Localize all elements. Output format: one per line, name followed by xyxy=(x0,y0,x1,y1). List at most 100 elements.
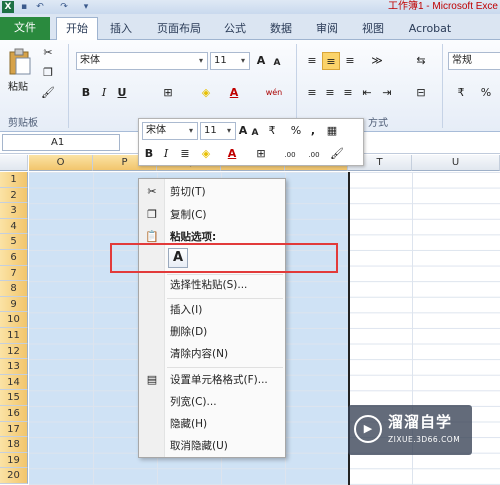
grow-font-button[interactable]: A xyxy=(254,52,268,70)
mini-font-name-select[interactable]: 宋体 ▾ xyxy=(142,122,198,140)
undo-icon[interactable]: ↶ xyxy=(34,1,46,13)
percent-style-button[interactable]: % xyxy=(478,84,494,102)
merge-center-icon[interactable]: ⊟ xyxy=(410,84,432,102)
row-header-19[interactable]: 19 xyxy=(0,452,28,469)
row-header-14[interactable]: 14 xyxy=(0,374,28,391)
mini-font-color-icon[interactable]: A xyxy=(225,145,239,163)
align-middle-icon[interactable]: ≡ xyxy=(322,52,340,70)
align-top-icon[interactable]: ≡ xyxy=(304,52,320,70)
tab-home[interactable]: 开始 xyxy=(56,17,98,40)
save-icon[interactable]: ▪ xyxy=(18,1,30,13)
borders-icon[interactable]: ⊞ xyxy=(158,84,178,102)
menu-item-cut[interactable]: 剪切(T) xyxy=(170,182,282,202)
cut-icon: ✂ xyxy=(147,185,157,198)
row-header-6[interactable]: 6 xyxy=(0,250,28,266)
redo-icon[interactable]: ↷ xyxy=(58,1,70,13)
mini-shrink-font-icon[interactable]: A xyxy=(250,124,260,142)
menu-item-clear-contents[interactable]: 清除内容(N) xyxy=(170,344,282,364)
wrap-text-icon[interactable]: ⇆ xyxy=(412,52,430,70)
mini-increase-decimal-button[interactable]: .00 xyxy=(279,146,301,164)
mini-comma-button[interactable]: , xyxy=(307,122,319,140)
chevron-down-icon: ▾ xyxy=(240,56,245,65)
tab-formulas[interactable]: 公式 xyxy=(218,18,252,40)
menu-item-hide[interactable]: 隐藏(H) xyxy=(170,414,282,434)
tab-review[interactable]: 审阅 xyxy=(310,18,344,40)
align-bottom-icon[interactable]: ≡ xyxy=(342,52,358,70)
mini-decrease-decimal-button[interactable]: .00 xyxy=(303,146,325,164)
tab-insert[interactable]: 插入 xyxy=(104,18,138,40)
row-header-9[interactable]: 9 xyxy=(0,296,28,313)
row-header-5[interactable]: 5 xyxy=(0,234,28,250)
mini-format-painter-icon[interactable]: 🖌 xyxy=(329,145,345,163)
row-header-16[interactable]: 16 xyxy=(0,406,28,422)
align-right-icon[interactable]: ≡ xyxy=(340,84,356,102)
paste-button-label[interactable]: 粘贴 xyxy=(8,78,28,93)
align-left-icon[interactable]: ≡ xyxy=(304,84,320,102)
font-name-select[interactable]: 宋体 ▾ xyxy=(76,52,208,70)
tab-acrobat[interactable]: Acrobat xyxy=(402,18,458,40)
mini-grow-font-icon[interactable]: A xyxy=(237,122,249,140)
tab-data[interactable]: 数据 xyxy=(264,18,298,40)
mini-format-icon[interactable]: ▦ xyxy=(323,122,341,140)
excel-logo-icon: X xyxy=(2,1,14,13)
row-header-8[interactable]: 8 xyxy=(0,281,28,297)
fill-color-icon[interactable]: ◈ xyxy=(196,84,216,102)
accounting-format-icon[interactable]: ₹ xyxy=(450,84,472,102)
phonetic-guide-button[interactable]: wén xyxy=(262,84,286,102)
mini-center-icon[interactable]: ≣ xyxy=(177,145,193,163)
mini-percent-button[interactable]: % xyxy=(289,122,303,140)
menu-item-paste-special[interactable]: 选择性粘贴(S)... xyxy=(170,275,282,295)
mini-borders-icon[interactable]: ⊞ xyxy=(253,145,269,163)
mini-italic-button[interactable]: I xyxy=(159,145,173,163)
highlight-box xyxy=(110,243,338,273)
row-header-13[interactable]: 13 xyxy=(0,359,28,375)
font-color-button[interactable]: A xyxy=(226,84,242,102)
menu-item-unhide[interactable]: 取消隐藏(U) xyxy=(170,436,282,456)
row-header-1[interactable]: 1 xyxy=(0,172,28,188)
row-header-17[interactable]: 17 xyxy=(0,421,28,438)
number-format-select[interactable]: 常规 xyxy=(448,52,500,70)
cut-icon[interactable]: ✂ xyxy=(40,46,56,60)
format-painter-icon[interactable]: 🖌 xyxy=(40,86,56,100)
row-header-4[interactable]: 4 xyxy=(0,218,28,235)
row-header-7[interactable]: 7 xyxy=(0,265,28,282)
row-header-18[interactable]: 18 xyxy=(0,437,28,453)
menu-item-copy[interactable]: 复制(C) xyxy=(170,205,282,225)
menu-item-format-cells[interactable]: 设置单元格格式(F)... xyxy=(170,370,282,390)
column-header-o[interactable]: O xyxy=(29,155,93,171)
font-size-select[interactable]: 11 ▾ xyxy=(210,52,250,70)
copy-icon: ❐ xyxy=(147,208,157,221)
menu-item-column-width[interactable]: 列宽(C)... xyxy=(170,392,282,412)
mini-bold-button[interactable]: B xyxy=(142,145,156,163)
italic-button[interactable]: I xyxy=(96,84,112,102)
menu-item-delete[interactable]: 删除(D) xyxy=(170,322,282,342)
paste-icon[interactable] xyxy=(8,48,32,76)
column-header-u[interactable]: U xyxy=(412,155,500,171)
menu-separator xyxy=(167,298,283,299)
tab-file[interactable]: 文件 xyxy=(0,17,50,40)
row-header-15[interactable]: 15 xyxy=(0,390,28,406)
align-center-icon[interactable]: ≡ xyxy=(322,84,338,102)
row-header-10[interactable]: 10 xyxy=(0,312,28,328)
row-header-2[interactable]: 2 xyxy=(0,187,28,204)
orientation-icon[interactable]: ≫ xyxy=(366,52,388,70)
decrease-indent-icon[interactable]: ⇤ xyxy=(358,84,376,102)
tab-view[interactable]: 视图 xyxy=(356,18,390,40)
tab-page-layout[interactable]: 页面布局 xyxy=(150,18,208,40)
mini-fill-color-icon[interactable]: ◈ xyxy=(197,145,215,163)
row-header-12[interactable]: 12 xyxy=(0,343,28,360)
row-header-20[interactable]: 20 xyxy=(0,468,28,484)
bold-button[interactable]: B xyxy=(78,84,94,102)
row-header-3[interactable]: 3 xyxy=(0,203,28,219)
mini-font-size-select[interactable]: 11 ▾ xyxy=(200,122,236,140)
copy-icon[interactable]: ❐ xyxy=(40,66,56,80)
mini-accounting-icon[interactable]: ₹ xyxy=(263,122,281,140)
increase-indent-icon[interactable]: ⇥ xyxy=(378,84,396,102)
underline-button[interactable]: U xyxy=(114,84,130,102)
name-box[interactable]: A1 xyxy=(2,134,120,151)
menu-item-insert[interactable]: 插入(I) xyxy=(170,300,282,320)
select-all-corner[interactable] xyxy=(0,155,28,171)
row-header-11[interactable]: 11 xyxy=(0,328,28,344)
shrink-font-button[interactable]: A xyxy=(270,54,284,72)
quick-access-dropdown-icon[interactable]: ▾ xyxy=(80,1,92,13)
